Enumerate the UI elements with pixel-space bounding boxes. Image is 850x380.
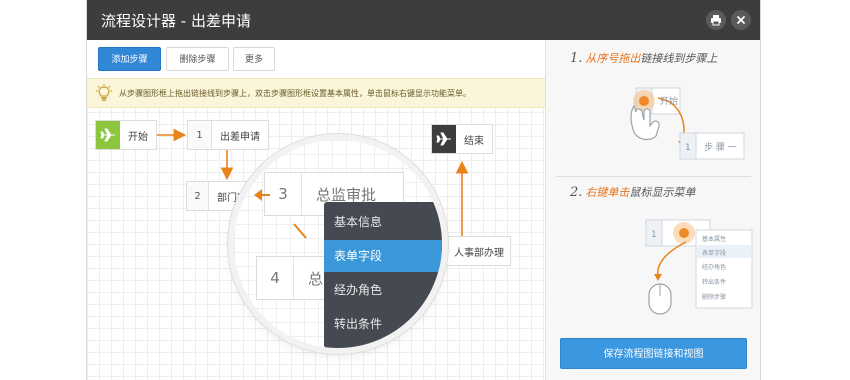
tip-2-menu-item: 表单字段 [702,249,726,257]
flow-step-node[interactable]: 人事部办理 [445,236,511,266]
print-icon [711,15,721,26]
close-button[interactable] [731,10,751,30]
save-flow-button[interactable]: 保存流程图链接和视图 [560,338,747,369]
tip-1-step-number: 1 [685,143,691,153]
tip-2-menu-item: 经办角色 [702,263,726,271]
tip-2-menu-item: 基本属性 [702,235,726,243]
title-bar: 流程设计器 - 出差申请 [87,0,760,40]
step-number[interactable]: 2 [187,182,209,210]
tip-1-start-label: 开始 [660,95,678,107]
tips-panel: 1.从序号拖出链接线到步骤上 开始 1 步 骤 一 2.右键单击鼠标显示菜单 [545,40,760,380]
menu-item-handler-roles[interactable]: 经办角色 [324,274,442,306]
panel-divider [556,176,751,177]
close-icon [737,16,745,24]
window-title: 流程设计器 - 出差申请 [101,12,251,30]
menu-item-basic-info[interactable]: 基本信息 [324,206,442,238]
step-label: 人事部办理 [454,247,504,259]
plane-icon [100,128,115,142]
start-node[interactable]: 开始 [95,120,157,150]
end-node-label: 结束 [464,135,484,147]
tip-2-illustration: 1 基本属性 表单字段 经办角色 转出条件 删除步骤 [645,219,753,315]
menu-item-form-fields[interactable]: 表单字段 [324,240,442,272]
flow-designer-window: 流程设计器 - 出差申请 添加步骤 删除步骤 更多 从步骤图形框上拖出链接线到步… [87,0,760,380]
print-button[interactable] [706,10,726,30]
tip-2-step-number: 1 [651,230,657,240]
step-number[interactable]: 1 [188,121,212,149]
tip-1-step-label: 步 骤 一 [704,142,737,153]
flow-canvas[interactable]: 添加步骤 删除步骤 更多 从步骤图形框上拖出链接线到步骤上，双击步骤图形框设置基… [87,40,545,380]
context-menu: 基本信息 表单字段 经办角色 转出条件 [324,202,442,348]
menu-item-transfer-conditions[interactable]: 转出条件 [324,308,442,340]
tip-1-illustration: 开始 1 步 骤 一 [630,87,745,160]
start-node-label: 开始 [128,131,148,143]
tip-2-menu-item: 转出条件 [702,278,726,286]
tip-2-menu-item: 删除步骤 [702,293,726,301]
magnifier-lens: 3 总监审批 4 总 基本信息 表单字段 经办角色 转出条件 [234,140,442,348]
start-icon-box [96,121,120,149]
